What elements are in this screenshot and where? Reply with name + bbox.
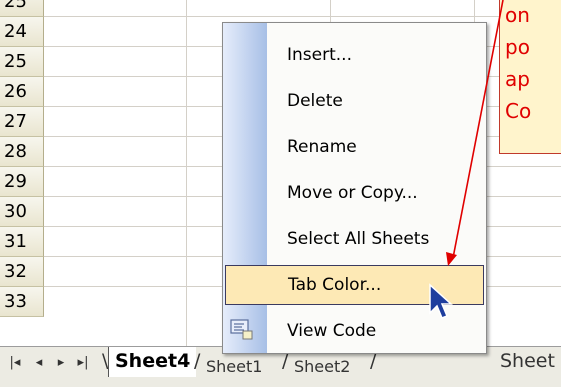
sheet-tab-sheet2[interactable]: Sheet2 [294,353,350,383]
prev-sheet-nav-icon[interactable]: ◂ [30,355,48,370]
menu-item-select-all-sheets[interactable]: Select All Sheets [223,219,486,259]
sheet-tab-sheet3[interactable]: Sheet [500,347,555,377]
callout-line: Co [505,99,532,123]
row-gridline [44,16,561,17]
row-header-24[interactable]: 24 [0,17,44,47]
mouse-cursor-icon [429,283,453,319]
row-header-33[interactable]: 33 [0,287,44,317]
menu-item-move-or-copy[interactable]: Move or Copy... [223,173,486,213]
menu-item-delete[interactable]: Delete [223,81,486,121]
column-gridline [186,0,187,350]
callout-line: po [505,35,530,59]
callout-box: on po ap Co [499,0,561,154]
menu-item-label: Delete [287,91,343,111]
view-code-icon [230,319,253,340]
row-header-31[interactable]: 31 [0,227,44,257]
callout-line: on [505,3,530,27]
menu-item-label: Select All Sheets [287,229,430,249]
menu-item-rename[interactable]: Rename [223,127,486,167]
row-header-25[interactable]: 25 [0,0,44,17]
row-header-25[interactable]: 25 [0,47,44,77]
row-header-29[interactable]: 29 [0,167,44,197]
menu-item-label: Tab Color... [288,275,382,295]
row-header-30[interactable]: 30 [0,197,44,227]
first-sheet-nav-icon[interactable]: |◂ [6,355,24,370]
callout-line: ap [505,67,530,91]
last-sheet-nav-icon[interactable]: ▸| [74,355,92,370]
sheet-tab-sheet1[interactable]: Sheet1 [206,353,262,383]
sheet-tab-sheet4[interactable]: Sheet4 [108,347,197,377]
row-header-26[interactable]: 26 [0,77,44,107]
menu-item-label: Move or Copy... [287,183,418,203]
tab-separator: / [194,350,201,372]
row-header-27[interactable]: 27 [0,107,44,137]
menu-item-label: Rename [287,137,357,157]
menu-item-label: View Code [287,321,377,341]
next-sheet-nav-icon[interactable]: ▸ [52,355,70,370]
menu-item-label: Insert... [287,45,352,65]
row-header-28[interactable]: 28 [0,137,44,167]
row-header-32[interactable]: 32 [0,257,44,287]
menu-item-insert[interactable]: Insert... [223,35,486,75]
